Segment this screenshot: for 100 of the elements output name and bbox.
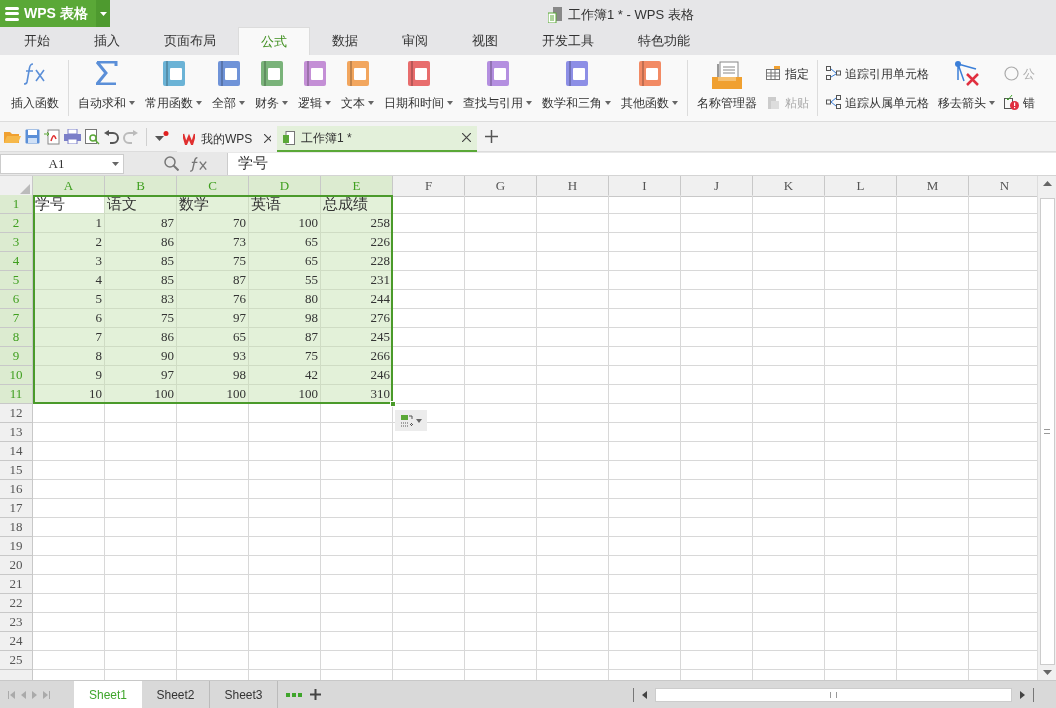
save-icon[interactable]	[25, 129, 40, 144]
scroll-down-icon[interactable]	[1042, 670, 1052, 675]
ribbon-tab[interactable]: 页面布局	[142, 27, 238, 55]
table-cell: 75	[177, 252, 249, 271]
row-header[interactable]: 20	[0, 556, 33, 575]
row-header[interactable]: 12	[0, 404, 33, 423]
scroll-left-icon[interactable]	[642, 690, 647, 699]
new-tab-icon[interactable]	[485, 130, 498, 143]
table-cell: 226	[321, 233, 393, 252]
table-cell: 83	[105, 290, 177, 309]
column-header[interactable]: H	[537, 176, 609, 197]
export-pdf-icon[interactable]	[44, 128, 60, 145]
ribbon-button[interactable]: 全部	[207, 55, 250, 121]
column-header[interactable]: J	[681, 176, 753, 197]
open-folder-icon[interactable]	[4, 129, 21, 144]
error-check-icon	[1004, 95, 1019, 110]
row-header[interactable]: 17	[0, 499, 33, 518]
table-cell: 42	[249, 366, 321, 385]
table-cell: 98	[249, 309, 321, 328]
column-header[interactable]: N	[969, 176, 1037, 197]
table-cell: 90	[105, 347, 177, 366]
fill-handle[interactable]	[390, 401, 396, 407]
horizontal-scrollbar[interactable]	[655, 687, 1012, 702]
ribbon-tab[interactable]: 特色功能	[616, 27, 712, 55]
ribbon-tab[interactable]: 数据	[310, 27, 380, 55]
column-header[interactable]: I	[609, 176, 681, 197]
table-cell: 55	[249, 271, 321, 290]
paste-options-button[interactable]	[395, 410, 427, 431]
insert-function-icon[interactable]	[189, 155, 209, 172]
ribbon-button[interactable]: 日期和时间	[379, 55, 458, 121]
more-sheets-icon[interactable]	[286, 692, 302, 697]
app-logo-icon	[5, 6, 19, 21]
ribbon-tab[interactable]: 审阅	[380, 27, 450, 55]
table-cell: 266	[321, 347, 393, 366]
paste-options-icon	[400, 414, 413, 427]
table-cell: 73	[177, 233, 249, 252]
ribbon-tab[interactable]: 视图	[450, 27, 520, 55]
table-cell: 97	[105, 366, 177, 385]
trace-dependents-icon	[826, 95, 841, 110]
ribbon-button[interactable]: 移去箭头	[933, 55, 1000, 121]
ribbon-button[interactable]: 查找与引用	[458, 55, 537, 121]
ribbon-tab[interactable]: 开始	[2, 27, 72, 55]
name-box[interactable]: A1	[0, 153, 124, 174]
ribbon-tab[interactable]: 开发工具	[520, 27, 616, 55]
document-tab[interactable]: 工作簿1 *	[277, 125, 477, 152]
ribbon-button[interactable]: 指定	[766, 61, 809, 86]
ribbon-button[interactable]: 逻辑	[293, 55, 336, 121]
ribbon-button[interactable]: 追踪从属单元格	[826, 90, 929, 115]
sigma-icon	[95, 61, 118, 85]
ribbon-button[interactable]: 错	[1004, 90, 1035, 115]
ribbon-tab[interactable]: 插入	[72, 27, 142, 55]
row-header[interactable]: 23	[0, 613, 33, 632]
column-header[interactable]: G	[465, 176, 537, 197]
row-header[interactable]: 24	[0, 632, 33, 651]
ribbon-button[interactable]: 文本	[336, 55, 379, 121]
column-header[interactable]: L	[825, 176, 897, 197]
insert-function-icon	[24, 61, 46, 87]
table-cell: 3	[33, 252, 105, 271]
scroll-up-icon[interactable]	[1042, 181, 1052, 186]
table-cell: 80	[249, 290, 321, 309]
print-preview-icon[interactable]	[85, 128, 100, 145]
ribbon-tab[interactable]: 公式	[238, 27, 310, 55]
ribbon-button[interactable]: 名称管理器	[692, 55, 762, 121]
zoom-icon[interactable]	[164, 156, 179, 171]
column-header[interactable]: M	[897, 176, 969, 197]
formula-field[interactable]: 学号	[227, 152, 1056, 175]
row-header[interactable]: 13	[0, 423, 33, 442]
table-cell: 9	[33, 366, 105, 385]
column-header[interactable]: K	[753, 176, 825, 197]
column-header[interactable]: F	[393, 176, 465, 197]
table-cell: 93	[177, 347, 249, 366]
clipboard-icon	[766, 95, 781, 110]
row-header[interactable]: 19	[0, 537, 33, 556]
ribbon-button[interactable]: 常用函数	[140, 55, 207, 121]
table-cell: 75	[105, 309, 177, 328]
ribbon-button[interactable]: 追踪引用单元格	[826, 61, 929, 86]
row-header[interactable]: 22	[0, 594, 33, 613]
customize-toolbar-icon[interactable]	[155, 130, 169, 143]
spreadsheet-file-icon	[283, 130, 295, 145]
ribbon-button[interactable]: 插入函数	[6, 55, 64, 121]
row-header[interactable]: 21	[0, 575, 33, 594]
ribbon-button[interactable]: 其他函数	[616, 55, 683, 121]
scroll-thumb[interactable]	[1039, 198, 1055, 665]
row-header[interactable]: 16	[0, 480, 33, 499]
vertical-scrollbar[interactable]	[1037, 176, 1056, 680]
row-header[interactable]: 14	[0, 442, 33, 461]
table-cell: 98	[177, 366, 249, 385]
row-header[interactable]: 15	[0, 461, 33, 480]
table-cell: 244	[321, 290, 393, 309]
add-sheet-icon[interactable]	[310, 689, 321, 700]
ribbon-button[interactable]: 自动求和	[73, 55, 140, 121]
print-icon[interactable]	[64, 129, 81, 144]
ribbon-button[interactable]: 数学和三角	[537, 55, 616, 121]
row-header[interactable]: 18	[0, 518, 33, 537]
ribbon-button[interactable]: 财务	[250, 55, 293, 121]
row-header[interactable]: 25	[0, 651, 33, 670]
undo-icon[interactable]	[104, 129, 119, 144]
close-icon	[264, 134, 271, 143]
scroll-right-icon[interactable]	[1020, 690, 1025, 699]
table-cell: 87	[105, 214, 177, 233]
